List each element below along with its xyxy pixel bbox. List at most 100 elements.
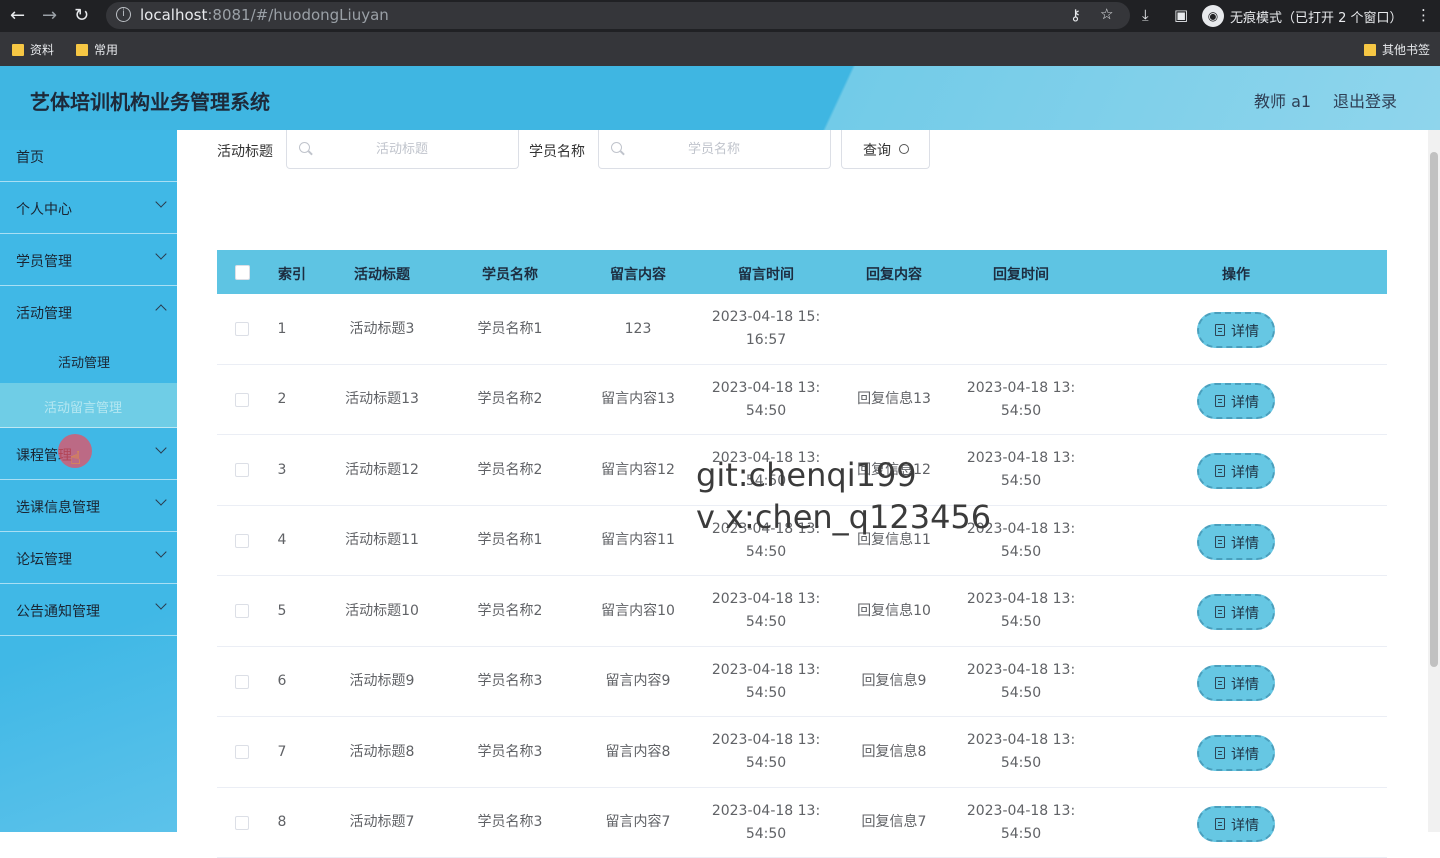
row-checkbox[interactable] <box>235 604 249 618</box>
detail-button[interactable]: 详情 <box>1197 735 1275 771</box>
cell-content: 留言内容10 <box>601 576 675 646</box>
menu-icon[interactable]: ⋮ <box>1416 6 1431 24</box>
title-search-field[interactable] <box>286 130 519 169</box>
row-checkbox[interactable] <box>235 534 249 548</box>
col-index: 索引 <box>278 264 306 284</box>
chevron-down-icon <box>155 598 166 609</box>
sidebar-item-forum[interactable]: 论坛管理 <box>0 532 177 584</box>
chevron-down-icon <box>155 442 166 453</box>
detail-button[interactable]: 详情 <box>1197 383 1275 419</box>
cell-title: 活动标题7 <box>350 788 415 858</box>
col-title: 活动标题 <box>354 264 410 284</box>
address-bar[interactable]: i localhost:8081/#/huodongLiuyan ⚷ ☆ <box>106 2 1130 29</box>
cell-student: 学员名称3 <box>478 788 543 858</box>
query-button[interactable]: 查询 <box>841 130 930 169</box>
back-icon[interactable]: ← <box>10 5 25 26</box>
table-row: 5活动标题10学员名称2留言内容102023-04-18 13:54:50回复信… <box>217 576 1387 647</box>
reload-icon[interactable]: ↻ <box>74 5 89 26</box>
row-checkbox[interactable] <box>235 463 249 477</box>
select-all-checkbox[interactable] <box>235 265 250 280</box>
cell-index: 2 <box>278 365 287 435</box>
detail-button[interactable]: 详情 <box>1197 665 1275 701</box>
title-search-label: 活动标题 <box>217 141 273 161</box>
cell-title: 活动标题11 <box>345 506 419 576</box>
row-checkbox[interactable] <box>235 322 249 336</box>
table-row: 1活动标题3学员名称11232023-04-18 15:16:57详情 <box>217 294 1387 365</box>
detail-button[interactable]: 详情 <box>1197 524 1275 560</box>
cell-reply: 回复信息9 <box>862 647 927 717</box>
logout-link[interactable]: 退出登录 <box>1333 88 1397 112</box>
document-icon <box>1215 818 1225 830</box>
sidebar-subitem-activity[interactable]: 活动管理 <box>0 338 177 383</box>
incognito-badge[interactable]: ◉ 无痕模式（已打开 2 个窗口） <box>1202 4 1403 28</box>
star-icon[interactable]: ☆ <box>1100 5 1113 23</box>
row-checkbox[interactable] <box>235 675 249 689</box>
browser-toolbar: ← → ↻ i localhost:8081/#/huodongLiuyan ⚷… <box>0 0 1440 32</box>
chevron-up-icon <box>155 304 166 315</box>
site-info-icon[interactable]: i <box>116 7 131 22</box>
cell-index: 4 <box>278 506 287 576</box>
table-row: 7活动标题8学员名称3留言内容82023-04-18 13:54:50回复信息8… <box>217 717 1387 788</box>
watermark-line2: v x:chen_q123456 <box>696 498 991 536</box>
other-bookmarks[interactable]: 其他书签 <box>1364 41 1430 58</box>
row-checkbox[interactable] <box>235 816 249 830</box>
cell-index: 8 <box>278 788 287 858</box>
chevron-down-icon <box>155 546 166 557</box>
bookmark-folder[interactable]: 常用 <box>76 41 118 58</box>
key-icon[interactable]: ⚷ <box>1070 6 1081 24</box>
title-search-input[interactable] <box>317 138 487 160</box>
url-text: localhost:8081/#/huodongLiuyan <box>140 6 389 24</box>
folder-icon <box>76 44 88 56</box>
chevron-down-icon <box>155 248 166 259</box>
chevron-down-icon <box>155 494 166 505</box>
hand-cursor-icon: ☝ <box>70 448 81 469</box>
cell-title: 活动标题9 <box>350 647 415 717</box>
col-content: 留言内容 <box>610 264 666 284</box>
folder-icon <box>1364 44 1376 56</box>
chevron-down-icon <box>155 196 166 207</box>
cell-title: 活动标题10 <box>345 576 419 646</box>
cell-reply: 回复信息10 <box>857 576 931 646</box>
detail-button[interactable]: 详情 <box>1197 312 1275 348</box>
col-time: 留言时间 <box>738 264 794 284</box>
detail-button[interactable]: 详情 <box>1197 806 1275 842</box>
watermark-line1: git:chenqi199 <box>696 456 917 494</box>
folder-icon <box>12 44 24 56</box>
row-checkbox[interactable] <box>235 393 249 407</box>
table-row: 6活动标题9学员名称3留言内容92023-04-18 13:54:50回复信息9… <box>217 647 1387 718</box>
search-icon <box>611 142 622 153</box>
sidebar-item-enroll[interactable]: 选课信息管理 <box>0 480 177 532</box>
detail-button[interactable]: 详情 <box>1197 453 1275 489</box>
sidebar-item-notice[interactable]: 公告通知管理 <box>0 584 177 636</box>
messages-table: 索引 活动标题 学员名称 留言内容 留言时间 回复内容 回复时间 操作 1活动标… <box>217 250 1387 858</box>
scrollbar-thumb[interactable] <box>1430 152 1438 667</box>
app-title: 艺体培训机构业务管理系统 <box>30 86 270 115</box>
sidebar-item-personal[interactable]: 个人中心 <box>0 182 177 234</box>
student-search-input[interactable] <box>629 138 799 160</box>
cell-student: 学员名称2 <box>478 435 543 505</box>
student-search-field[interactable] <box>598 130 831 169</box>
cell-reply-time: 2023-04-18 13:54:50 <box>967 647 1075 717</box>
cell-student: 学员名称2 <box>478 576 543 646</box>
sidebar-item-activity[interactable]: 活动管理 <box>0 286 177 338</box>
cell-student: 学员名称1 <box>478 506 543 576</box>
bookmark-folder[interactable]: 资料 <box>12 41 54 58</box>
table-row: 8活动标题7学员名称3留言内容72023-04-18 13:54:50回复信息7… <box>217 788 1387 858</box>
download-icon[interactable]: ⤓ <box>1142 6 1149 24</box>
row-checkbox[interactable] <box>235 745 249 759</box>
sidebar-item-home[interactable]: 首页 <box>0 130 177 182</box>
document-icon <box>1215 747 1225 759</box>
cell-reply: 回复信息7 <box>862 788 927 858</box>
detail-button[interactable]: 详情 <box>1197 594 1275 630</box>
cell-title: 活动标题8 <box>350 717 415 787</box>
sidebar-item-students[interactable]: 学员管理 <box>0 234 177 286</box>
sidepanel-icon[interactable]: ▣ <box>1174 6 1188 24</box>
sidebar-subitem-activity-messages[interactable]: 活动留言管理 <box>0 383 177 428</box>
cell-title: 活动标题13 <box>345 365 419 435</box>
cell-reply-time: 2023-04-18 13:54:50 <box>967 435 1075 505</box>
cell-reply-time: 2023-04-18 13:54:50 <box>967 717 1075 787</box>
scrollbar[interactable] <box>1428 130 1440 832</box>
forward-icon[interactable]: → <box>42 5 57 26</box>
current-user: 教师 a1 <box>1254 88 1311 112</box>
app-header: 艺体培训机构业务管理系统 教师 a1 退出登录 <box>0 66 1440 130</box>
